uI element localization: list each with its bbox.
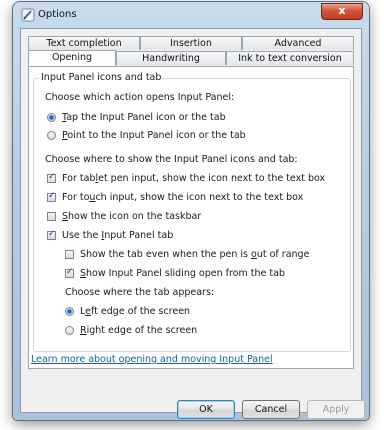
- radio-point[interactable]: Point to the Input Panel icon or the tab: [47, 130, 246, 141]
- check-show-tab-out-label: Show the tab even when the pen is out of…: [80, 249, 309, 260]
- label-post: how the icon on the taskbar: [68, 211, 202, 222]
- check-touch-label: For touch input, show the icon next to t…: [62, 192, 303, 203]
- radio-left-edge[interactable]: Left edge of the screen: [65, 306, 190, 317]
- window-title: Options: [38, 9, 77, 20]
- label-post: oint to the Input Panel icon or the tab: [67, 130, 246, 141]
- label-post: ap the Input Panel icon or the tab: [66, 112, 226, 123]
- label-pre: Use the: [62, 230, 102, 241]
- radio-point-indicator[interactable]: [47, 131, 56, 140]
- close-button[interactable]: x: [321, 3, 363, 20]
- radio-left-edge-label: Left edge of the screen: [80, 306, 190, 317]
- group-title: Input Panel icons and tab: [39, 72, 164, 83]
- title-bar[interactable]: Options x: [13, 2, 369, 28]
- label-post: ut of range: [256, 249, 310, 260]
- check-touch-box[interactable]: [47, 191, 56, 202]
- radio-right-edge[interactable]: Right edge of the screen: [65, 325, 197, 336]
- prompt-tab-position: Choose where the tab appears:: [65, 287, 215, 298]
- close-icon: x: [338, 4, 346, 17]
- check-show-tab-out-box[interactable]: [65, 250, 74, 259]
- radio-left-edge-indicator[interactable]: [65, 307, 74, 316]
- prompt-where-show: Choose where to show the Input Panel ico…: [45, 154, 298, 165]
- cancel-button[interactable]: Cancel: [242, 400, 300, 419]
- tab-opening[interactable]: Opening: [28, 50, 116, 66]
- label-post: ft edge of the screen: [91, 306, 191, 317]
- check-use-tab[interactable]: Use the Input Panel tab: [47, 229, 173, 241]
- label-post: et pen input, show the icon next to the …: [98, 173, 326, 184]
- check-taskbar-box[interactable]: [47, 212, 56, 221]
- tab-row-back: Text completion Insertion Advanced: [28, 36, 354, 50]
- tab-row-front: Opening Handwriting Ink to text conversi…: [28, 50, 354, 66]
- label-post: ch input, show the icon next to the text…: [95, 192, 304, 203]
- check-sliding-open-box[interactable]: [65, 267, 74, 278]
- check-sliding-open-label: Show Input Panel sliding open from the t…: [80, 268, 285, 279]
- check-use-tab-box[interactable]: [47, 229, 56, 240]
- label-pre: For to: [62, 192, 90, 203]
- label-post: how Input Panel sliding open from the ta…: [86, 268, 285, 279]
- radio-point-label: Point to the Input Panel icon or the tab: [62, 130, 246, 141]
- radio-right-edge-indicator[interactable]: [65, 326, 74, 335]
- tab-panel-opening: Input Panel icons and tab Choose which a…: [28, 66, 354, 369]
- check-touch[interactable]: For touch input, show the icon next to t…: [47, 191, 303, 203]
- pen-icon: [21, 8, 35, 22]
- check-taskbar-label: Show the icon on the taskbar: [62, 211, 201, 222]
- prompt-open-action: Choose which action opens Input Panel:: [45, 92, 235, 103]
- check-tablet-pen-box[interactable]: [47, 172, 56, 183]
- tab-ink-to-text[interactable]: Ink to text conversion: [226, 51, 354, 65]
- tab-handwriting[interactable]: Handwriting: [116, 51, 226, 65]
- tab-advanced[interactable]: Advanced: [242, 36, 354, 50]
- options-dialog: Options x Text completion Insertion Adva…: [13, 2, 369, 420]
- learn-more-link[interactable]: Learn more about opening and moving Inpu…: [31, 354, 273, 365]
- label-post: nput Panel tab: [104, 230, 174, 241]
- check-taskbar[interactable]: Show the icon on the taskbar: [47, 211, 201, 222]
- label-pre: Show the tab even when the pen is: [80, 249, 252, 260]
- check-tablet-pen[interactable]: For tablet pen input, show the icon next…: [47, 172, 325, 184]
- check-sliding-open[interactable]: Show Input Panel sliding open from the t…: [65, 267, 285, 279]
- label-post: ight edge of the screen: [86, 325, 198, 336]
- radio-tap[interactable]: Tap the Input Panel icon or the tab: [47, 112, 226, 123]
- access-key: R: [80, 325, 87, 336]
- check-use-tab-label: Use the Input Panel tab: [62, 230, 173, 241]
- radio-tap-label: Tap the Input Panel icon or the tab: [62, 112, 226, 123]
- check-show-tab-out-of-range[interactable]: Show the tab even when the pen is out of…: [65, 249, 309, 260]
- check-tablet-pen-label: For tablet pen input, show the icon next…: [62, 173, 325, 184]
- radio-tap-indicator[interactable]: [47, 113, 56, 122]
- radio-right-edge-label: Right edge of the screen: [80, 325, 197, 336]
- ok-button[interactable]: OK: [177, 400, 235, 419]
- tab-text-completion[interactable]: Text completion: [28, 36, 140, 50]
- label-pre: For tab: [62, 173, 96, 184]
- tab-insertion[interactable]: Insertion: [140, 36, 242, 50]
- apply-button[interactable]: Apply: [307, 400, 365, 419]
